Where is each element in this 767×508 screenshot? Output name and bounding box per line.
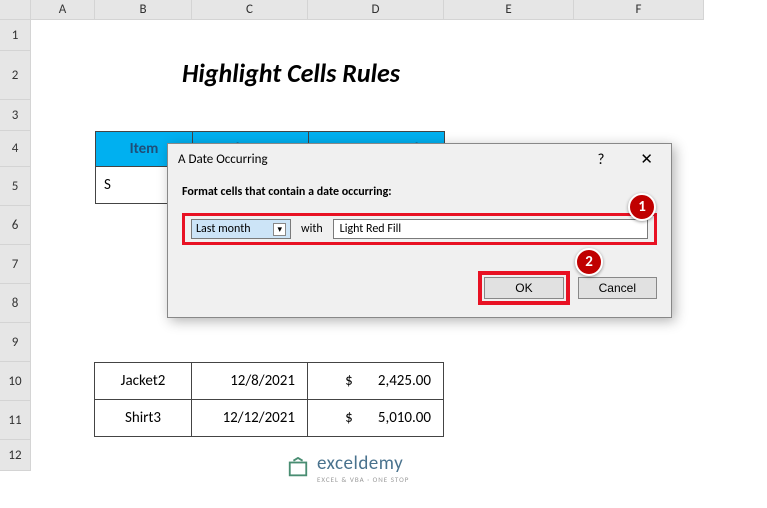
select-all-corner[interactable] — [0, 0, 31, 20]
exceldemy-logo-icon — [287, 457, 309, 479]
row-header-9[interactable]: 9 — [0, 323, 31, 362]
format-value: Light Red Fill — [340, 222, 401, 236]
table-row: Jacket2 12/8/2021 $2,425.00 — [95, 363, 444, 400]
cell-sales[interactable]: $5,010.00 — [308, 400, 444, 437]
format-combobox[interactable]: Light Red Fill — [333, 219, 648, 239]
row-header-4[interactable]: 4 — [0, 131, 31, 167]
row-header-3[interactable]: 3 — [0, 100, 31, 131]
dialog-titlebar[interactable]: A Date Occurring ? ✕ — [168, 144, 671, 175]
period-combobox[interactable]: Last month ▾ — [191, 219, 291, 239]
row-header-1[interactable]: 1 — [0, 20, 31, 51]
col-header-B[interactable]: B — [95, 0, 192, 20]
help-icon[interactable]: ? — [589, 151, 612, 169]
col-header-C[interactable]: C — [192, 0, 308, 20]
row-header-11[interactable]: 11 — [0, 401, 31, 440]
col-header-E[interactable]: E — [444, 0, 574, 20]
cell-item[interactable]: Jacket2 — [95, 363, 192, 400]
row-header-6[interactable]: 6 — [0, 206, 31, 245]
row-header-5[interactable]: 5 — [0, 167, 31, 206]
annotation-1: 1 — [628, 193, 656, 221]
cell-date[interactable]: 12/8/2021 — [192, 363, 308, 400]
data-table-lower: Jacket2 12/8/2021 $2,425.00 Shirt3 12/12… — [94, 362, 444, 437]
ok-highlight: OK — [478, 271, 569, 305]
page-title: Highlight Cells Rules — [182, 57, 400, 89]
dialog-title: A Date Occurring — [178, 152, 589, 167]
row-header-7[interactable]: 7 — [0, 245, 31, 284]
period-value: Last month — [196, 222, 251, 236]
watermark-subtitle: EXCEL & VBA · ONE STOP — [317, 475, 409, 484]
row-header-8[interactable]: 8 — [0, 284, 31, 323]
ok-button[interactable]: OK — [484, 277, 563, 299]
col-header-D[interactable]: D — [308, 0, 444, 20]
cell-sales[interactable]: $2,425.00 — [308, 363, 444, 400]
cancel-button[interactable]: Cancel — [578, 277, 657, 299]
row-header-2[interactable]: 2 — [0, 51, 31, 100]
dialog-inputs-row: Last month ▾ with Light Red Fill — [182, 213, 657, 245]
watermark: exceldemy EXCEL & VBA · ONE STOP — [287, 452, 409, 484]
row-header-12[interactable]: 12 — [0, 440, 31, 471]
table-row: Shirt3 12/12/2021 $5,010.00 — [95, 400, 444, 437]
dialog-label: Format cells that contain a date occurri… — [182, 185, 657, 199]
date-occurring-dialog: A Date Occurring ? ✕ Format cells that c… — [167, 143, 672, 318]
close-icon[interactable]: ✕ — [632, 150, 661, 169]
chevron-down-icon[interactable]: ▾ — [273, 223, 286, 236]
col-header-A[interactable]: A — [31, 0, 95, 20]
column-headers: A B C D E F — [31, 0, 704, 20]
col-header-F[interactable]: F — [574, 0, 704, 20]
with-label: with — [301, 222, 323, 236]
watermark-brand: exceldemy — [317, 452, 409, 475]
row-header-10[interactable]: 10 — [0, 362, 31, 401]
cell-date[interactable]: 12/12/2021 — [192, 400, 308, 437]
annotation-2: 2 — [575, 248, 603, 276]
row-headers: 1 2 3 4 5 6 7 8 9 10 11 12 — [0, 20, 31, 471]
cell-item[interactable]: Shirt3 — [95, 400, 192, 437]
